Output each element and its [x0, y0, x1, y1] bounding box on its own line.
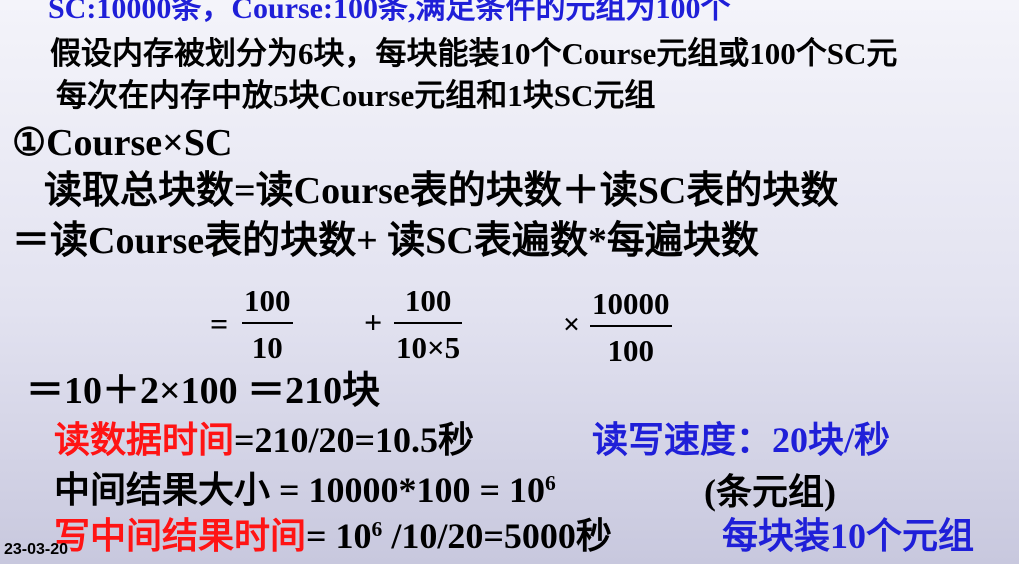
mid-size-line: 中间结果大小 = 10000*100 = 106	[54, 472, 556, 508]
times-sign: ×	[563, 308, 581, 341]
line-memory: 每次在内存中放5块Course元组和1块SC元组	[56, 78, 656, 113]
fraction-2-numerator: 100	[404, 283, 452, 318]
line-top: SC:10000条，Course:100条,满足条件的元组为100个	[48, 0, 731, 25]
read-time-label: 读数据时间	[54, 420, 235, 460]
mid-size-label: 中间结果大小 = 10000*100 = 10	[54, 470, 546, 510]
mid-size-exponent: 6	[545, 471, 556, 496]
fraction-3-denominator: 100	[590, 325, 672, 366]
per-block-note: 每块装10个元组	[722, 516, 975, 556]
equals-sign: =	[210, 306, 229, 342]
fraction-sc-passes: 100 10×5	[394, 283, 463, 363]
formula-1: 读取总块数=读Course表的块数＋读SC表的块数	[44, 170, 839, 212]
write-time-line: 写中间结果时间= 106 /10/20=5000秒	[54, 518, 612, 554]
read-time-line: 读数据时间=210/20=10.5秒	[54, 422, 474, 458]
formula-2: ＝读Course表的块数+ 读SC表遍数*每遍块数	[12, 220, 759, 262]
mid-size-unit: (条元组)	[704, 472, 836, 512]
write-time-pre: = 10	[306, 516, 372, 556]
result-line: ＝10＋2×100 ＝210块	[26, 370, 381, 412]
fraction-1-denominator: 10	[242, 322, 293, 363]
fraction-2-denominator: 10×5	[394, 322, 463, 363]
write-time-label: 写中间结果时间	[54, 516, 307, 556]
read-time-value: =210/20=10.5秒	[234, 420, 475, 460]
fraction-sc-blocks: 10000 100	[590, 288, 672, 366]
fraction-3-numerator: 10000	[592, 286, 670, 321]
line-assume: 假设内存被划分为6块，每块能装10个Course元组或100个SC元	[50, 36, 898, 71]
write-time-exponent: 6	[371, 517, 383, 542]
fraction-course-blocks: 100 10	[242, 285, 293, 363]
write-time-post: /10/20=5000秒	[382, 516, 612, 556]
footer-date: 23-03-20	[4, 541, 69, 558]
slide: { "line_top": "SC:10000条，Course:100条,满足条…	[0, 0, 1019, 564]
fraction-1-numerator: 100	[244, 283, 291, 318]
rw-speed: 读写速度：20块/秒	[592, 420, 891, 460]
heading: ①Course×SC	[12, 122, 233, 164]
plus-sign: +	[364, 304, 383, 340]
